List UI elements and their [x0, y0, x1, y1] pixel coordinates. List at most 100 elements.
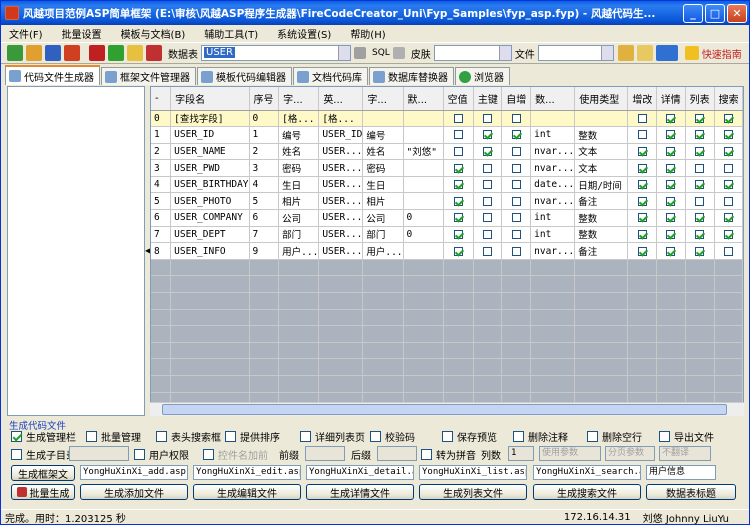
- opt-save-preview[interactable]: 保存预览: [442, 429, 497, 444]
- grid-cell[interactable]: 4: [249, 176, 280, 194]
- grid-header-cell[interactable]: 字段名: [170, 87, 250, 111]
- tab-template-editor[interactable]: 模板代码编辑器: [197, 67, 292, 85]
- grid-header-cell[interactable]: 英...: [318, 87, 364, 111]
- skin-select[interactable]: [433, 45, 512, 61]
- file-select[interactable]: [537, 45, 614, 61]
- tab-db-replacer[interactable]: 数据库替换器: [369, 67, 454, 85]
- opt-detail-list[interactable]: 详细列表页: [300, 429, 365, 444]
- grid-cell[interactable]: 6: [249, 209, 280, 227]
- grid-cell[interactable]: 编号: [362, 126, 404, 144]
- checkbox[interactable]: [723, 146, 733, 156]
- grid-checkbox-cell[interactable]: [501, 159, 532, 177]
- grid-cell[interactable]: 6: [151, 209, 172, 227]
- checkbox[interactable]: [483, 196, 493, 206]
- grid-checkbox-cell[interactable]: [627, 192, 657, 211]
- grid-checkbox-cell[interactable]: [473, 209, 503, 227]
- grid-cell[interactable]: 整数: [574, 209, 629, 227]
- grid-cell[interactable]: 用户...: [362, 242, 404, 260]
- grid-cell[interactable]: 7: [151, 226, 172, 244]
- grid-cell[interactable]: 文本: [574, 159, 629, 177]
- grid-header-cell[interactable]: 字...: [362, 87, 404, 111]
- menu-settings[interactable]: 系统设置(S): [277, 26, 331, 41]
- grid-checkbox-cell[interactable]: [627, 126, 657, 144]
- checkbox[interactable]: [513, 431, 524, 442]
- open-folder-icon[interactable]: [26, 45, 42, 61]
- config-icon[interactable]: [146, 45, 162, 61]
- grid-checkbox-cell[interactable]: [656, 110, 686, 128]
- grid-cell[interactable]: 公司: [362, 209, 404, 227]
- grid-cell[interactable]: USER_PHOTO: [170, 192, 250, 211]
- paging-params-select[interactable]: 分页参数: [605, 446, 655, 461]
- grid-checkbox-cell[interactable]: [627, 159, 657, 177]
- grid-checkbox-cell[interactable]: [501, 126, 532, 144]
- checkbox[interactable]: [666, 213, 676, 223]
- grid-checkbox-cell[interactable]: [656, 143, 686, 161]
- grid-checkbox-cell[interactable]: [714, 159, 743, 177]
- grid-cell[interactable]: USER...: [318, 143, 364, 161]
- grid-checkbox-cell[interactable]: [656, 242, 686, 260]
- grid-checkbox-cell[interactable]: [501, 242, 532, 260]
- grid-checkbox-cell[interactable]: [501, 226, 532, 244]
- grid-checkbox-cell[interactable]: [443, 192, 474, 211]
- grid-header-cell[interactable]: 序号: [249, 87, 280, 111]
- grid-checkbox-cell[interactable]: [473, 159, 503, 177]
- checkbox[interactable]: [695, 130, 705, 140]
- grid-checkbox-cell[interactable]: [685, 110, 715, 128]
- gen-edit-file-button[interactable]: 生成编辑文件: [193, 484, 301, 500]
- grid-cell[interactable]: [403, 192, 444, 211]
- grid-cell[interactable]: 相片: [278, 192, 320, 211]
- grid-checkbox-cell[interactable]: [714, 192, 743, 211]
- checkbox[interactable]: [637, 180, 647, 190]
- checkbox[interactable]: [695, 180, 705, 190]
- grid-checkbox-cell[interactable]: [501, 110, 532, 128]
- grid-cell[interactable]: 5: [249, 192, 280, 211]
- grid-checkbox-cell[interactable]: [685, 126, 715, 144]
- grid-cell[interactable]: 0: [403, 209, 444, 227]
- checkbox[interactable]: [511, 163, 521, 173]
- checkbox[interactable]: [723, 213, 733, 223]
- checkbox[interactable]: [300, 431, 311, 442]
- grid-checkbox-cell[interactable]: [656, 176, 686, 194]
- checkbox[interactable]: [666, 130, 676, 140]
- grid-cell[interactable]: int: [530, 209, 576, 227]
- grid-checkbox-cell[interactable]: [473, 176, 503, 194]
- checkbox[interactable]: [666, 146, 676, 156]
- checkbox[interactable]: [483, 163, 493, 173]
- tab-framework-manager[interactable]: 框架文件管理器: [101, 67, 196, 85]
- grid-checkbox-cell[interactable]: [501, 192, 532, 211]
- checkbox[interactable]: [637, 229, 647, 239]
- grid-checkbox-cell[interactable]: [685, 192, 715, 211]
- grid-cell[interactable]: 0: [403, 226, 444, 244]
- opt-user-permission[interactable]: 用户权限: [134, 447, 189, 462]
- table-row[interactable]: 3 USER_PWD 3 密码 USER... 密码 nvar... 文本: [151, 159, 743, 177]
- grid-cell[interactable]: 整数: [574, 126, 629, 144]
- grid-checkbox-cell[interactable]: [685, 159, 715, 177]
- grid-cell[interactable]: 密码: [362, 159, 404, 177]
- checkbox[interactable]: [723, 180, 733, 190]
- browser-icon[interactable]: [655, 45, 678, 61]
- maximize-button[interactable]: □: [705, 3, 725, 23]
- checkbox[interactable]: [11, 431, 22, 442]
- grid-cell[interactable]: USER...: [318, 226, 364, 244]
- checkbox[interactable]: [511, 180, 521, 190]
- table-row[interactable]: 8 USER_INFO 9 用户... USER... 用户... nvar... 备注: [151, 242, 743, 260]
- checkbox[interactable]: [666, 229, 676, 239]
- grid-cell[interactable]: 7: [249, 226, 280, 244]
- checkbox[interactable]: [723, 246, 733, 256]
- grid-cell[interactable]: 0: [151, 110, 172, 128]
- checkbox[interactable]: [453, 180, 463, 190]
- tab-doc-library[interactable]: 文档代码库: [293, 67, 368, 85]
- grid-checkbox-cell[interactable]: [685, 242, 715, 260]
- grid-checkbox-cell[interactable]: [473, 143, 503, 161]
- table-row[interactable]: 7 USER_DEPT 7 部门 USER... 部门 0 int 整数: [151, 226, 743, 244]
- grid-cell[interactable]: "刘悠": [403, 143, 444, 161]
- scroll-thumb[interactable]: [162, 404, 727, 415]
- grid-cell[interactable]: USER...: [318, 209, 364, 227]
- database-icon[interactable]: [89, 45, 105, 61]
- checkbox[interactable]: [511, 246, 521, 256]
- grid-cell[interactable]: [403, 242, 444, 260]
- tab-browser[interactable]: 浏览器: [455, 67, 510, 85]
- grid-cell[interactable]: 日期/时间: [574, 176, 629, 194]
- grid-cell[interactable]: 0: [249, 110, 280, 128]
- star-icon[interactable]: [684, 46, 699, 60]
